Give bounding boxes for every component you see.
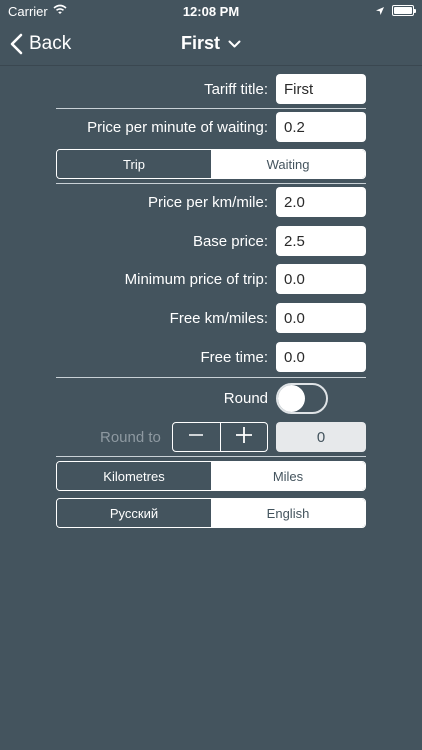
location-arrow-icon bbox=[375, 4, 385, 19]
round-to-stepper bbox=[172, 422, 268, 452]
tab-miles[interactable]: Miles bbox=[211, 462, 365, 490]
price-per-minute-input[interactable] bbox=[276, 112, 366, 142]
tab-trip[interactable]: Trip bbox=[57, 150, 211, 178]
base-price-input[interactable] bbox=[276, 226, 366, 256]
divider bbox=[56, 377, 366, 378]
price-per-minute-label: Price per minute of waiting: bbox=[87, 118, 268, 136]
divider bbox=[56, 456, 366, 457]
min-price-input[interactable] bbox=[276, 264, 366, 294]
round-label: Round bbox=[223, 390, 268, 407]
trip-waiting-segmented-control: Trip Waiting bbox=[56, 149, 366, 179]
round-toggle[interactable] bbox=[276, 383, 328, 414]
tab-kilometres[interactable]: Kilometres bbox=[57, 462, 211, 490]
tariff-title-row: Tariff title: bbox=[56, 74, 366, 104]
battery-icon bbox=[392, 5, 416, 16]
round-to-value: 0 bbox=[276, 422, 366, 452]
minus-icon bbox=[188, 427, 204, 448]
units-segmented-control: Kilometres Miles bbox=[56, 461, 366, 491]
free-time-row: Free time: bbox=[56, 342, 366, 372]
clock: 12:08 PM bbox=[182, 4, 240, 19]
navigation-bar: Back First bbox=[0, 22, 422, 66]
divider bbox=[56, 108, 366, 109]
price-per-km-label: Price per km/mile: bbox=[147, 193, 268, 211]
tariff-selector[interactable]: First bbox=[0, 33, 422, 54]
language-segmented-control: Русский English bbox=[56, 498, 366, 528]
chevron-down-icon bbox=[228, 33, 241, 54]
min-price-row: Minimum price of trip: bbox=[56, 264, 366, 294]
round-to-label: Round to bbox=[100, 429, 161, 446]
price-per-km-row: Price per km/mile: bbox=[56, 187, 366, 217]
price-per-minute-row: Price per minute of waiting: bbox=[56, 112, 366, 142]
tab-english[interactable]: English bbox=[211, 499, 365, 527]
tariff-title-input[interactable] bbox=[276, 74, 366, 104]
free-km-input[interactable] bbox=[276, 303, 366, 333]
round-row: Round bbox=[56, 383, 366, 414]
base-price-label: Base price: bbox=[192, 232, 268, 250]
free-time-input[interactable] bbox=[276, 342, 366, 372]
tariff-title-label: Tariff title: bbox=[204, 80, 268, 98]
page-title: First bbox=[180, 33, 220, 53]
price-per-km-input[interactable] bbox=[276, 187, 366, 217]
divider bbox=[56, 183, 366, 184]
free-km-row: Free km/miles: bbox=[56, 303, 366, 333]
min-price-label: Minimum price of trip: bbox=[124, 270, 268, 288]
tab-waiting[interactable]: Waiting bbox=[211, 150, 365, 178]
free-km-label: Free km/miles: bbox=[169, 309, 268, 327]
increment-button[interactable] bbox=[219, 423, 268, 451]
toggle-knob bbox=[278, 385, 305, 412]
decrement-button[interactable] bbox=[173, 423, 220, 451]
plus-icon bbox=[235, 426, 253, 449]
free-time-label: Free time: bbox=[200, 348, 268, 366]
status-bar: Carrier 12:08 PM bbox=[0, 0, 422, 22]
round-to-row: Round to 0 bbox=[56, 422, 366, 452]
base-price-row: Base price: bbox=[56, 226, 366, 256]
tab-russian[interactable]: Русский bbox=[57, 499, 211, 527]
